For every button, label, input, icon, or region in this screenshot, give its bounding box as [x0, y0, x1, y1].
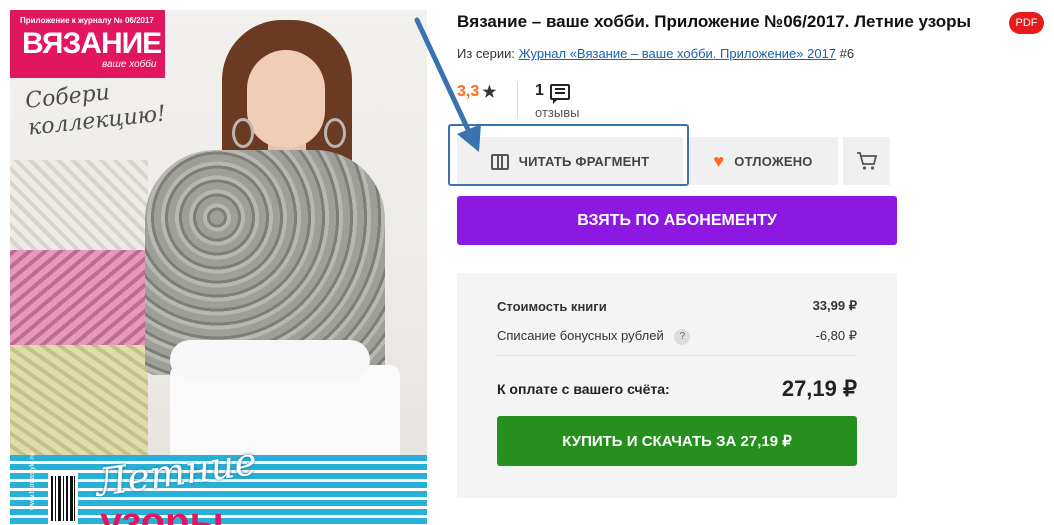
buy-and-download-button[interactable]: КУПИТЬ И СКАЧАТЬ ЗА 27,19 ₽ — [497, 416, 857, 466]
deferred-label: ОТЛОЖЕНО — [734, 153, 813, 169]
bonus-label: Списание бонусных рублей — [497, 328, 664, 343]
earring-left — [232, 118, 254, 148]
deferred-button[interactable]: ♥ ОТЛОЖЕНО — [688, 137, 838, 185]
knit-swatch-yellow — [10, 345, 148, 455]
reviews-count[interactable]: 1 — [535, 82, 544, 100]
price-panel: Стоимость книги 33,99 ₽ Списание бонусны… — [457, 273, 897, 498]
cover-title-line2: узоры — [100, 500, 224, 525]
pdf-format-badge[interactable]: PDF — [1009, 12, 1044, 34]
book-cost-value: 33,99 ₽ — [812, 298, 857, 313]
cover-magazine-sub: ваше хобби — [102, 59, 157, 70]
bonus-value: -6,80 ₽ — [815, 328, 857, 344]
reviews-label[interactable]: отзывы — [535, 105, 579, 120]
price-divider — [497, 355, 857, 356]
cover-supertitle: Приложение к журналу № 06/2017 — [20, 16, 154, 25]
heart-icon: ♥ — [713, 151, 725, 171]
earring-right — [324, 118, 346, 148]
comment-icon[interactable] — [550, 84, 570, 104]
series-number: #6 — [839, 46, 855, 61]
total-label: К оплате с вашего счёта: — [497, 381, 670, 397]
model-face — [247, 50, 325, 148]
series-line: Из серии: Журнал «Вязание – ваше хобби. … — [457, 46, 854, 61]
total-value: 27,19 ₽ — [781, 376, 857, 401]
book-cover-image[interactable]: Приложение к журналу № 06/2017 ВЯЗАНИЕ в… — [10, 10, 427, 525]
help-icon[interactable]: ? — [674, 328, 691, 345]
cover-site-label: www.burdastyle.ru — [29, 452, 36, 510]
subscribe-button[interactable]: ВЗЯТЬ ПО АБОНЕМЕНТУ — [457, 196, 897, 245]
book-cost-label: Стоимость книги — [497, 298, 607, 314]
book-title: Вязание – ваше хобби. Приложение №06/201… — [457, 12, 972, 31]
series-link[interactable]: Журнал «Вязание – ваше хобби. Приложение… — [519, 46, 836, 61]
knit-swatch-white — [10, 160, 148, 250]
knit-swatch-pink — [10, 250, 148, 345]
rating-divider — [517, 82, 518, 118]
barcode — [48, 470, 78, 525]
bonus-label-wrap: Списание бонусных рублей ? — [497, 328, 691, 345]
cover-magazine-name: ВЯЗАНИЕ — [22, 27, 162, 60]
book-cost-row: Стоимость книги 33,99 ₽ — [497, 298, 857, 314]
pointer-arrow-icon — [414, 17, 481, 152]
magazine-logo: Приложение к журналу № 06/2017 ВЯЗАНИЕ в… — [10, 10, 165, 78]
add-to-cart-button[interactable] — [843, 137, 890, 185]
total-row: К оплате с вашего счёта: 27,19 ₽ — [497, 376, 857, 402]
model-arms — [170, 340, 370, 380]
cart-icon — [856, 152, 877, 170]
bonus-row: Списание бонусных рублей ? -6,80 ₽ — [497, 328, 857, 345]
